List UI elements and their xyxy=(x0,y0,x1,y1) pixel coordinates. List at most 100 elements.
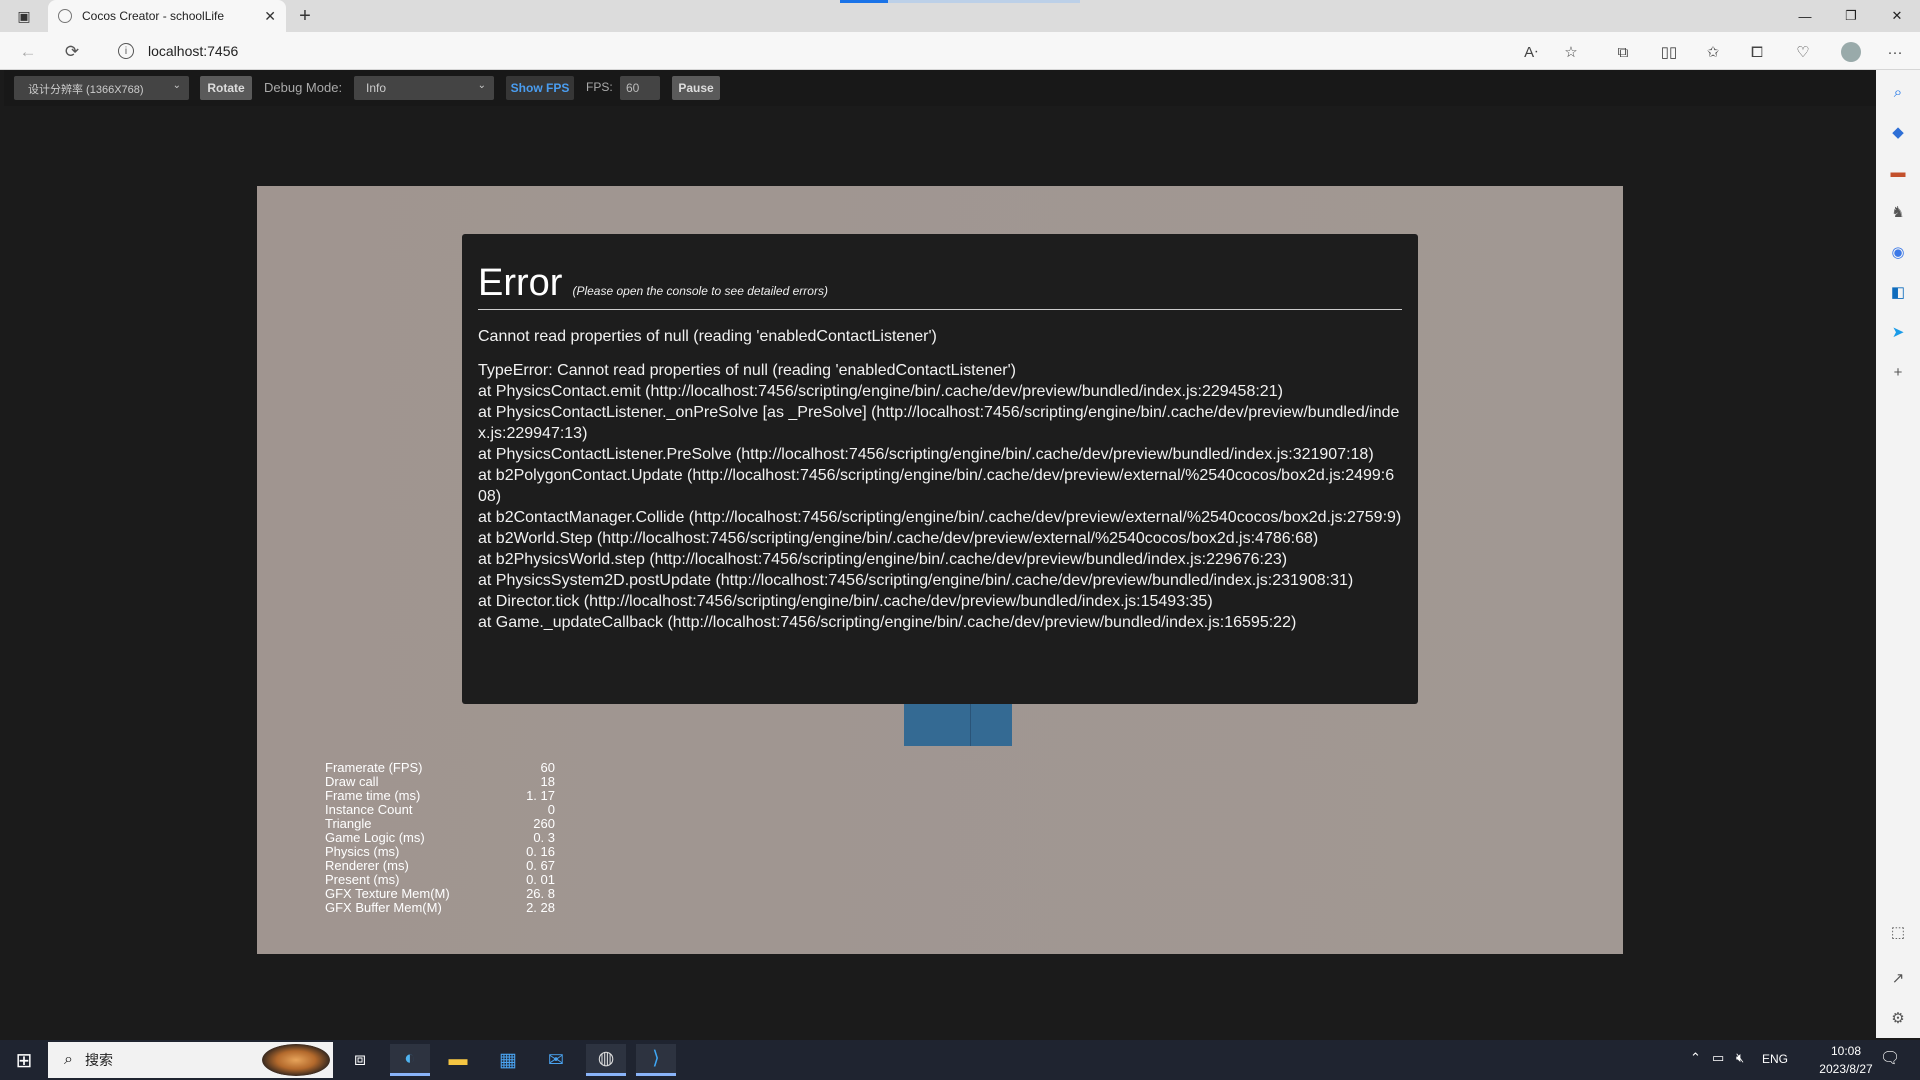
game-sprite xyxy=(904,704,1012,746)
shopping-icon[interactable]: ◆ xyxy=(1884,120,1912,144)
error-hint: (Please open the console to see detailed… xyxy=(572,284,828,298)
profile-avatar[interactable] xyxy=(1838,40,1864,64)
stat-value: 0 xyxy=(547,802,555,817)
stat-label: Game Logic (ms) xyxy=(325,830,425,845)
site-info-icon[interactable]: i xyxy=(118,43,134,59)
language-indicator[interactable]: ENG xyxy=(1762,1052,1788,1066)
show-hidden-icons-icon[interactable]: ⌃ xyxy=(1690,1050,1701,1066)
read-aloud-icon[interactable]: Aᐧ xyxy=(1518,40,1544,64)
stat-value: 0. 67 xyxy=(526,858,555,873)
back-button[interactable]: ← xyxy=(14,40,42,64)
fps-input[interactable]: 60 xyxy=(620,76,660,100)
chevron-down-icon: ⌄ xyxy=(172,80,181,91)
tools-icon[interactable]: ▬ xyxy=(1884,160,1912,184)
refresh-button[interactable]: ⟳ xyxy=(58,40,86,64)
stat-label: Renderer (ms) xyxy=(325,858,409,873)
show-fps-button[interactable]: Show FPS xyxy=(506,76,574,100)
stat-value: 0. 16 xyxy=(526,844,555,859)
stat-value: 0. 3 xyxy=(533,830,555,845)
favorites-icon[interactable]: ✩ xyxy=(1700,40,1726,64)
browser-essentials-icon[interactable]: ♡ xyxy=(1790,40,1816,64)
search-highlight-image[interactable] xyxy=(262,1044,330,1076)
resolution-select[interactable]: 设计分辨率 (1366X768) ⌄ xyxy=(14,76,189,100)
stat-row: Instance Count 0 xyxy=(325,803,555,817)
collections-icon[interactable]: ⧠ xyxy=(1744,40,1770,64)
stat-label: Draw call xyxy=(325,774,379,789)
minimize-button[interactable]: — xyxy=(1782,0,1828,32)
volume-muted-icon[interactable]: 🔇︎ xyxy=(1736,1050,1744,1066)
tab-actions-icon[interactable]: ▣ xyxy=(10,4,38,28)
stat-row: Renderer (ms) 0. 67 xyxy=(325,859,555,873)
more-menu-icon[interactable]: ··· xyxy=(1882,40,1908,64)
error-title: Error xyxy=(478,262,563,304)
profiler-stats: Framerate (FPS) 60 Draw call 18 Frame time (… xyxy=(325,761,555,915)
stat-row: GFX Buffer Mem(M) 2. 28 xyxy=(325,901,555,915)
notifications-icon[interactable]: 🗨︎ xyxy=(1880,1048,1900,1068)
stat-row: GFX Texture Mem(M) 26. 8 xyxy=(325,887,555,901)
stat-value: 18 xyxy=(540,774,555,789)
mail-icon[interactable]: ✉ xyxy=(536,1044,576,1076)
stat-label: GFX Buffer Mem(M) xyxy=(325,900,442,915)
settings-icon[interactable]: ⚙ xyxy=(1884,1006,1912,1030)
stat-value: 2. 28 xyxy=(526,900,555,915)
search-icon: ⌕ xyxy=(64,1051,73,1068)
stat-row: Game Logic (ms) 0. 3 xyxy=(325,831,555,845)
stat-row: Present (ms) 0. 01 xyxy=(325,873,555,887)
stat-row: Framerate (FPS) 60 xyxy=(325,761,555,775)
restore-button[interactable]: ❐ xyxy=(1828,0,1874,32)
close-window-button[interactable]: ✕ xyxy=(1874,0,1920,32)
stat-value: 60 xyxy=(540,760,555,775)
network-icon[interactable]: ▭ xyxy=(1712,1050,1724,1066)
extensions-icon[interactable]: ⧉ xyxy=(1610,40,1636,64)
split-screen-icon[interactable]: ▯▯ xyxy=(1656,40,1682,64)
tab-close-icon[interactable]: ✕ xyxy=(264,8,276,25)
fps-label: FPS: xyxy=(586,80,613,94)
debug-mode-label: Debug Mode: xyxy=(264,80,343,95)
debug-mode-value: Info xyxy=(366,81,387,95)
address-field[interactable] xyxy=(106,38,1506,66)
edge-icon[interactable]: ◐ xyxy=(390,1044,430,1076)
pause-button[interactable]: Pause xyxy=(672,76,720,100)
games-icon[interactable]: ♞ xyxy=(1884,200,1912,224)
task-view-icon[interactable]: ⧈ xyxy=(340,1044,380,1076)
microsoft-365-icon[interactable]: ◉ xyxy=(1884,240,1912,264)
error-stack-trace: TypeError: Cannot read properties of nul… xyxy=(478,362,1402,631)
cocos-dashboard-icon[interactable]: ◍ xyxy=(586,1044,626,1076)
new-tab-button[interactable]: + xyxy=(292,4,318,28)
resolution-value: 设计分辨率 (1366X768) xyxy=(28,84,144,96)
tab-title: Cocos Creator - schoolLife xyxy=(82,9,225,23)
debug-mode-select[interactable]: Info ⌄ xyxy=(354,76,494,100)
open-external-icon[interactable]: ↗ xyxy=(1884,966,1912,990)
stat-row: Frame time (ms) 1. 17 xyxy=(325,789,555,803)
taskbar-search-placeholder: 搜索 xyxy=(84,1052,113,1068)
rotate-button[interactable]: Rotate xyxy=(200,76,252,100)
chevron-down-icon: ⌄ xyxy=(477,80,486,91)
stat-label: Frame time (ms) xyxy=(325,788,421,803)
add-icon[interactable]: + xyxy=(1884,360,1912,384)
browser-tab[interactable]: Cocos Creator - schoolLife ✕ xyxy=(48,0,286,32)
stat-label: Physics (ms) xyxy=(325,844,400,859)
clock-time[interactable]: 10:08 xyxy=(1814,1044,1878,1058)
outlook-icon[interactable]: ◧ xyxy=(1884,280,1912,304)
error-panel: Error (Please open the console to see de… xyxy=(462,234,1418,704)
favorite-star-icon[interactable]: ☆ xyxy=(1558,40,1584,64)
stat-label: Instance Count xyxy=(325,802,413,817)
store-icon[interactable]: ▦ xyxy=(488,1044,528,1076)
stat-value: 26. 8 xyxy=(526,886,555,901)
screenshot-icon[interactable]: ⬚ xyxy=(1884,920,1912,944)
sprite-divider xyxy=(970,704,971,746)
search-icon[interactable]: ⌕ xyxy=(1884,80,1912,104)
stat-value: 0. 01 xyxy=(526,872,555,887)
vscode-icon[interactable]: ⟩ xyxy=(636,1044,676,1076)
start-button[interactable]: ⊞ xyxy=(10,1046,38,1074)
url-text[interactable]: localhost:7456 xyxy=(148,43,238,59)
stat-label: Triangle xyxy=(325,816,372,831)
stat-row: Triangle 260 xyxy=(325,817,555,831)
clock-date[interactable]: 2023/8/27 xyxy=(1806,1062,1886,1076)
stat-row: Draw call 18 xyxy=(325,775,555,789)
send-icon[interactable]: ➤ xyxy=(1884,320,1912,344)
stat-row: Physics (ms) 0. 16 xyxy=(325,845,555,859)
page-loading-icon xyxy=(58,9,72,23)
file-explorer-icon[interactable]: ▬ xyxy=(438,1044,478,1076)
download-progress-fill xyxy=(840,0,888,3)
